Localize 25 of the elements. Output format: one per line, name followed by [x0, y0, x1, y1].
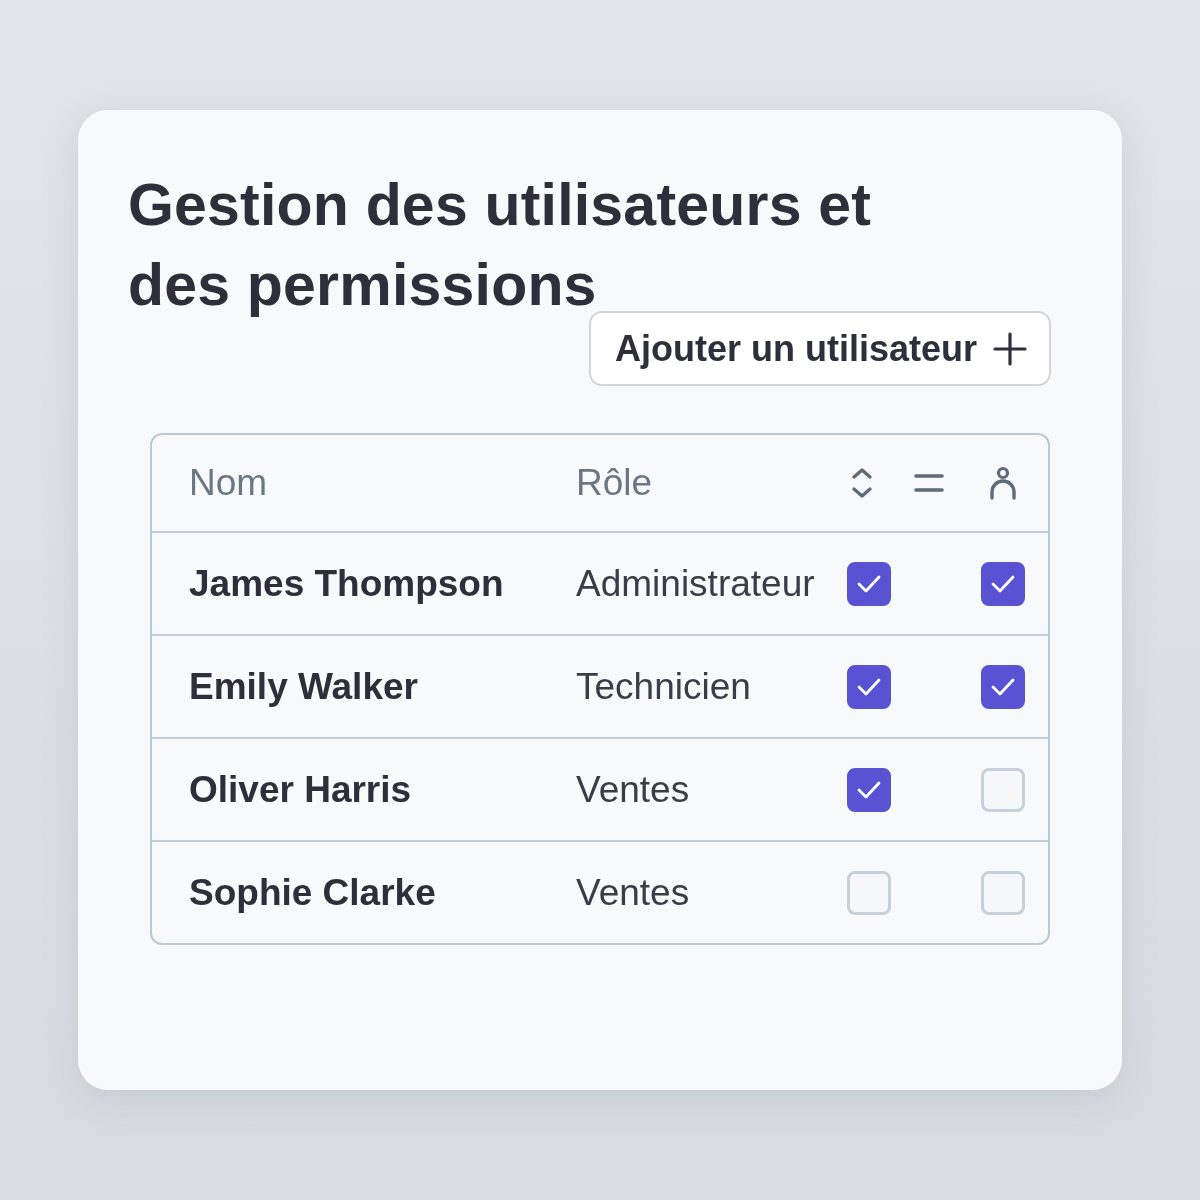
sort-icon[interactable] — [851, 467, 873, 499]
user-name: Oliver Harris — [189, 768, 413, 811]
user-role: Administrateur — [576, 562, 816, 605]
add-user-button[interactable]: Ajouter un utilisateur — [588, 311, 1051, 386]
column-header[interactable]: Nom — [189, 462, 576, 504]
permission-checkbox[interactable] — [847, 561, 891, 606]
user-role: Ventes — [576, 871, 691, 914]
person-icon[interactable] — [988, 466, 1017, 500]
permission-checkbox[interactable] — [847, 664, 891, 709]
check-icon — [857, 677, 881, 696]
equals-icon[interactable] — [914, 473, 944, 493]
check-icon — [857, 780, 881, 799]
check-icon — [990, 677, 1015, 696]
column-header[interactable]: Rôle — [576, 462, 845, 504]
plus-icon — [993, 331, 1027, 366]
permission-checkbox[interactable] — [980, 664, 1025, 709]
check-icon — [990, 574, 1015, 593]
permission-checkbox[interactable] — [847, 767, 891, 812]
user-role: Ventes — [576, 768, 691, 811]
user-role: Technicien — [576, 665, 752, 708]
user-name: Sophie Clarke — [189, 871, 437, 914]
user-name: Emily Walker — [189, 665, 419, 708]
user-name: James Thompson — [189, 562, 505, 605]
permission-checkbox[interactable] — [980, 561, 1025, 606]
check-icon — [857, 574, 881, 593]
